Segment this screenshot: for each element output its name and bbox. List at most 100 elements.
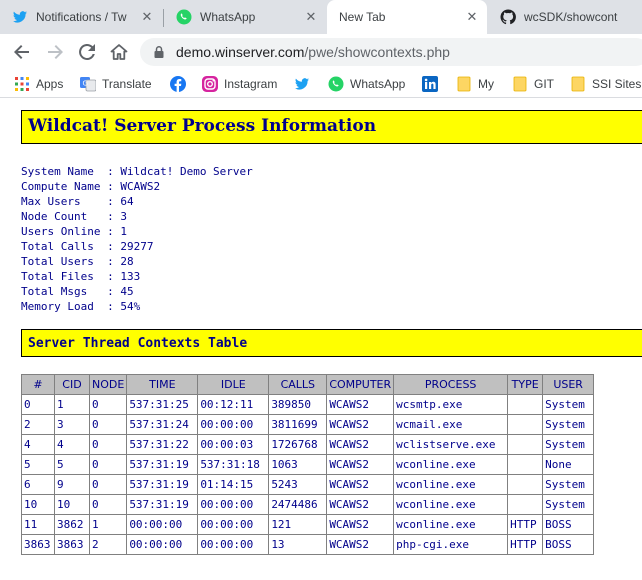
tab-twitter-notifications[interactable]: Notifications / Tw ✕ [0, 0, 162, 34]
col-header-num: # [21, 374, 55, 395]
reload-button[interactable] [75, 40, 99, 64]
twitter-icon [294, 76, 310, 92]
cell-user: System [542, 394, 595, 415]
cell-time: 537:31:19 [126, 474, 199, 495]
cell-time: 537:31:22 [126, 434, 199, 455]
cell-node: 0 [88, 494, 128, 515]
info-node-count: Node Count : 3 [21, 210, 127, 223]
cell-calls: 389850 [268, 394, 328, 415]
server-info-block: System Name : Wildcat! Demo Server Compu… [21, 164, 253, 314]
cell-idle: 00:00:00 [197, 494, 270, 515]
page-content: Wildcat! Server Process Information Syst… [0, 98, 642, 580]
cell-num: 5 [21, 454, 55, 475]
lock-icon [152, 45, 166, 59]
cell-node: 0 [88, 394, 128, 415]
home-button[interactable] [107, 40, 131, 64]
apps-grid-icon [14, 76, 30, 92]
col-header-time: TIME [126, 374, 199, 395]
col-header-calls: CALLS [268, 374, 328, 395]
bookmark-folder-my[interactable]: My [456, 75, 494, 93]
cell-computer: WCAWS2 [326, 414, 395, 435]
info-compute-name: Compute Name : WCAWS2 [21, 180, 161, 193]
address-host: demo.winserver.com [176, 44, 305, 60]
page-title: Wildcat! Server Process Information [28, 116, 377, 136]
cell-idle: 01:14:15 [197, 474, 270, 495]
info-total-files: Total Files : 133 [21, 270, 141, 283]
cell-cid: 10 [54, 494, 90, 515]
cell-node: 1 [88, 514, 128, 535]
table-row: 0 1 0 537:31:25 00:12:11 389850 WCAWS2 wcsmtp.e… [21, 394, 595, 415]
close-icon[interactable]: ✕ [302, 9, 320, 25]
cell-type: HTTP [507, 514, 544, 535]
tab-github-wcsdk[interactable]: wcSDK/showcont [488, 0, 642, 34]
table-row: 11 3862 1 00:00:00 00:00:00 121 WCAWS2 wconline… [21, 514, 595, 535]
tab-new-tab[interactable]: New Tab ✕ [327, 0, 487, 34]
cell-user: BOSS [542, 514, 595, 535]
bookmark-instagram[interactable]: Instagram [202, 75, 277, 93]
browser-toolbar: demo.winserver.com/pwe/showcontexts.php [0, 34, 642, 70]
cell-type: HTTP [507, 534, 544, 555]
bookmark-whatsapp[interactable]: WhatsApp [328, 75, 405, 93]
bookmark-label: WhatsApp [350, 77, 406, 91]
home-icon [110, 44, 128, 60]
tab-title: WhatsApp [200, 10, 256, 24]
close-icon[interactable]: ✕ [138, 9, 156, 25]
address-url: demo.winserver.com/pwe/showcontexts.php [176, 44, 450, 60]
cell-idle: 00:00:03 [197, 434, 270, 455]
close-icon[interactable]: ✕ [463, 9, 481, 25]
cell-computer: WCAWS2 [326, 474, 395, 495]
cell-type [507, 434, 544, 455]
address-path: /pwe/showcontexts.php [304, 44, 450, 60]
cell-cid: 4 [54, 434, 90, 455]
bookmark-apps[interactable]: Apps [14, 75, 63, 93]
bookmark-folder-git[interactable]: GIT [512, 75, 554, 93]
cell-num: 4 [21, 434, 55, 455]
cell-computer: WCAWS2 [326, 514, 395, 535]
bookmark-translate[interactable]: G Translate [80, 75, 152, 93]
cell-num: 6 [21, 474, 55, 495]
cell-node: 0 [88, 414, 128, 435]
bookmark-label: Apps [36, 77, 64, 91]
cell-computer: WCAWS2 [326, 494, 395, 515]
bookmark-twitter[interactable] [294, 75, 316, 93]
address-bar[interactable]: demo.winserver.com/pwe/showcontexts.php [140, 38, 642, 66]
folder-icon [456, 76, 472, 92]
whatsapp-icon [328, 76, 344, 92]
facebook-icon [170, 76, 186, 92]
folder-icon [570, 76, 586, 92]
whatsapp-icon [176, 9, 192, 25]
cell-user: System [542, 434, 595, 455]
cell-process: wcsmtp.exe [393, 394, 509, 415]
cell-idle: 00:12:11 [197, 394, 270, 415]
cell-time: 537:31:19 [126, 454, 199, 475]
cell-type [507, 454, 544, 475]
cell-node: 0 [88, 474, 128, 495]
col-header-cid: CID [54, 374, 90, 395]
bookmark-linkedin[interactable] [422, 75, 444, 93]
cell-time: 537:31:25 [126, 394, 199, 415]
cell-process: wconline.exe [393, 474, 509, 495]
back-button[interactable] [10, 40, 34, 64]
bookmark-label: SSI Sites [592, 77, 642, 91]
bookmark-folder-ssi-sites[interactable]: SSI Sites [570, 75, 641, 93]
table-title: Server Thread Contexts Table [28, 336, 248, 351]
tab-whatsapp[interactable]: WhatsApp ✕ [164, 0, 326, 34]
page-title-banner: Wildcat! Server Process Information [21, 110, 642, 144]
bookmark-label: My [478, 77, 494, 91]
info-max-users: Max Users : 64 [21, 195, 134, 208]
arrow-left-icon [14, 45, 29, 59]
forward-button[interactable] [43, 40, 67, 64]
bookmark-facebook[interactable] [170, 75, 192, 93]
cell-computer: WCAWS2 [326, 394, 395, 415]
bookmark-label: GIT [534, 77, 554, 91]
cell-calls: 1726768 [268, 434, 328, 455]
info-system-name: System Name : Wildcat! Demo Server [21, 165, 253, 178]
twitter-icon [12, 9, 28, 25]
thread-contexts-table: # CID NODE TIME IDLE CALLS COMPUTER PROC… [21, 374, 595, 555]
cell-idle: 537:31:18 [197, 454, 270, 475]
table-row: 10 10 0 537:31:19 00:00:00 2474486 WCAWS2 wconl… [21, 494, 595, 515]
cell-calls: 1063 [268, 454, 328, 475]
table-row: 5 5 0 537:31:19 537:31:18 1063 WCAWS2 wconline.… [21, 454, 595, 475]
cell-cid: 1 [54, 394, 90, 415]
cell-cid: 3863 [54, 534, 90, 555]
